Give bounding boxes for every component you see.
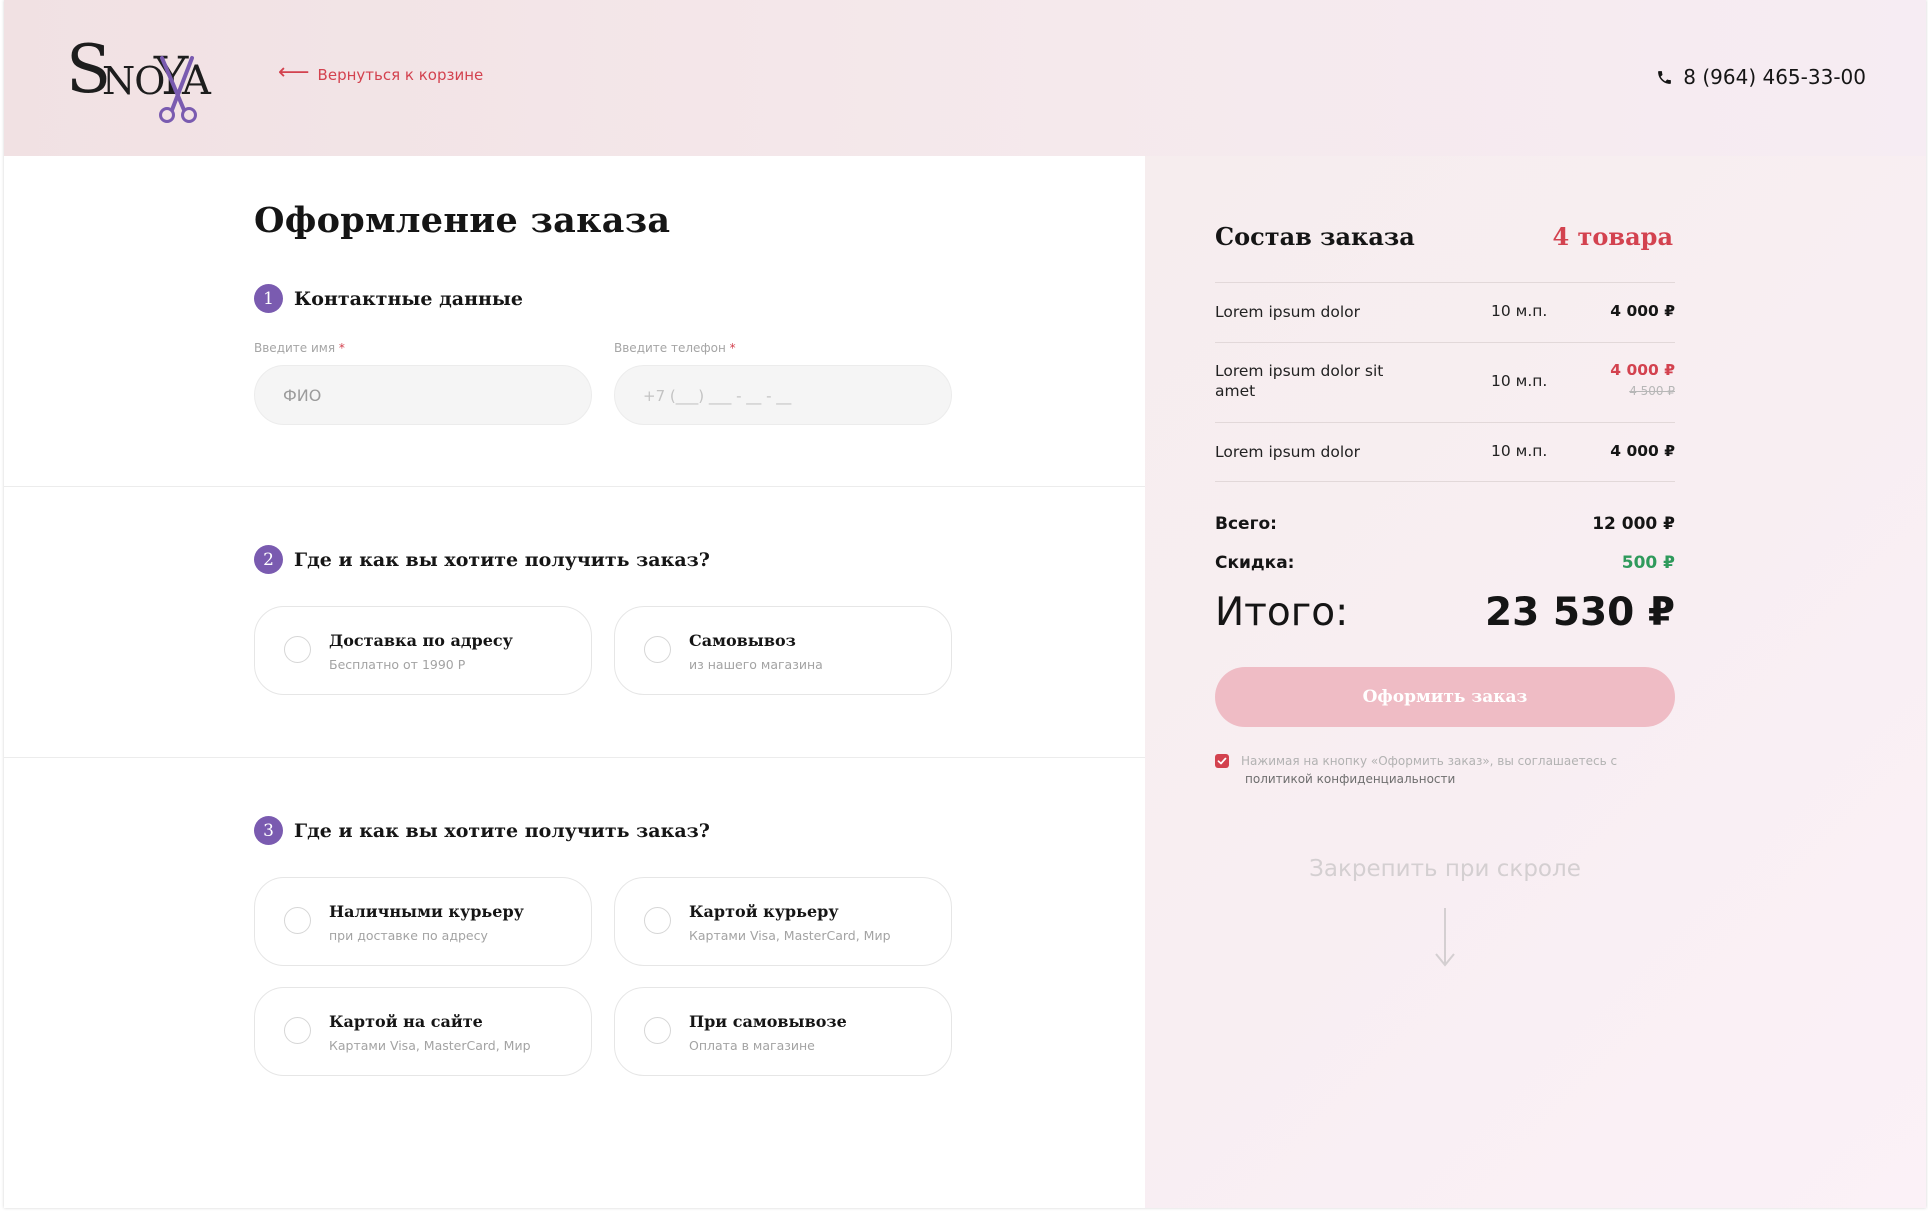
option-title: Наличными курьеру: [329, 902, 524, 921]
section-divider: [4, 486, 1145, 487]
arrow-left-icon: ⟵: [278, 60, 310, 85]
option-subtitle: Бесплатно от 1990 Р: [329, 657, 466, 672]
radio-button[interactable]: [284, 1017, 311, 1044]
svg-text:A: A: [181, 58, 212, 104]
item-name: Lorem ipsum dolor sit amet: [1215, 362, 1384, 400]
subtotal-value: 12 000 ₽: [1592, 514, 1675, 534]
phone-label: Введите телефон *: [614, 341, 736, 355]
order-summary: Состав заказа 4 товара Lorem ipsum dolor…: [1145, 156, 1926, 1208]
place-order-button[interactable]: Оформить заказ: [1215, 667, 1675, 727]
phone-number: 8 (964) 465-33-00: [1683, 65, 1866, 89]
payment-option-card-courier[interactable]: Картой курьеру Картами Visa, MasterCard,…: [614, 877, 952, 966]
step-badge: 2: [254, 545, 283, 574]
grand-total-row: Итого: 23 530 ₽: [1215, 590, 1675, 635]
name-label: Введите имя *: [254, 341, 345, 355]
option-title: Картой на сайте: [329, 1012, 483, 1031]
delivery-option-pickup[interactable]: Самовывоз из нашего магазина: [614, 606, 952, 695]
item-quantity: 10 м.п.: [1491, 302, 1548, 320]
item-quantity: 10 м.п.: [1491, 442, 1548, 460]
option-title: Самовывоз: [689, 631, 796, 650]
brand-logo[interactable]: S NO Y A: [64, 32, 224, 124]
consent-checkbox[interactable]: [1215, 754, 1229, 768]
order-item-row: Lorem ipsum dolor 10 м.п. 4 000 ₽: [1215, 282, 1675, 342]
option-subtitle: при доставке по адресу: [329, 928, 488, 943]
back-to-cart-label: Вернуться к корзине: [317, 66, 484, 84]
consent-description: Нажимая на кнопку «Оформить заказ», вы с…: [1241, 754, 1618, 768]
back-to-cart-link[interactable]: ⟵ Вернуться к корзине: [278, 62, 484, 85]
delivery-option-address[interactable]: Доставка по адресу Бесплатно от 1990 Р: [254, 606, 592, 695]
step-badge: 1: [254, 284, 283, 313]
payment-option-on-pickup[interactable]: При самовывозе Оплата в магазине: [614, 987, 952, 1076]
pin-on-scroll-note: Закрепить при скроле: [1309, 856, 1581, 882]
option-subtitle: Картами Visa, MasterCard, Мир: [689, 928, 891, 943]
option-title: Доставка по адресу: [329, 631, 513, 650]
step-badge: 3: [254, 816, 283, 845]
site-header: S NO Y A ⟵ Вернуться к корзине 8 (964) 4…: [4, 0, 1926, 156]
page-title: Оформление заказа: [254, 200, 671, 241]
phone-icon: [1658, 70, 1672, 84]
discount-row: Скидка: 500 ₽: [1215, 553, 1675, 573]
privacy-policy-link[interactable]: политикой конфиденциальности: [1245, 770, 1661, 788]
header-phone[interactable]: 8 (964) 465-33-00: [1656, 65, 1866, 89]
item-price: 4 000 ₽: [1610, 442, 1675, 460]
radio-button[interactable]: [644, 636, 671, 663]
radio-button[interactable]: [284, 636, 311, 663]
phone-input[interactable]: [614, 365, 952, 425]
radio-button[interactable]: [644, 1017, 671, 1044]
option-title: Картой курьеру: [689, 902, 839, 921]
item-name: Lorem ipsum dolor: [1215, 443, 1360, 461]
item-sale-price: 4 000 ₽: [1610, 361, 1675, 379]
item-quantity: 10 м.п.: [1491, 372, 1548, 390]
check-icon: [1217, 757, 1227, 765]
payment-option-cash-courier[interactable]: Наличными курьеру при доставке по адресу: [254, 877, 592, 966]
order-items-list: Lorem ipsum dolor 10 м.п. 4 000 ₽ Lorem …: [1215, 282, 1675, 482]
delivery-section-header: 2 Где и как вы хотите получить заказ?: [254, 545, 710, 574]
grand-total-value: 23 530 ₽: [1485, 590, 1675, 635]
checkout-page: S NO Y A ⟵ Вернуться к корзине 8 (964) 4…: [4, 0, 1926, 1208]
order-item-row: Lorem ipsum dolor 10 м.п. 4 000 ₽: [1215, 422, 1675, 482]
discount-value: 500 ₽: [1621, 553, 1675, 573]
consent-text: Нажимая на кнопку «Оформить заказ», вы с…: [1241, 752, 1661, 788]
section-title: Контактные данные: [294, 287, 524, 310]
payment-option-card-online[interactable]: Картой на сайте Картами Visa, MasterCard…: [254, 987, 592, 1076]
radio-button[interactable]: [644, 907, 671, 934]
section-title: Где и как вы хотите получить заказ?: [294, 819, 710, 842]
radio-button[interactable]: [284, 907, 311, 934]
subtotal-row: Всего: 12 000 ₽: [1215, 514, 1675, 534]
discount-label: Скидка:: [1215, 553, 1295, 573]
option-subtitle: из нашего магазина: [689, 657, 823, 672]
contact-section-header: 1 Контактные данные: [254, 284, 523, 313]
summary-title: Состав заказа: [1215, 222, 1415, 251]
name-input[interactable]: [254, 365, 592, 425]
item-old-price: 4 500 ₽: [1629, 384, 1675, 398]
item-name: Lorem ipsum dolor: [1215, 303, 1360, 321]
section-divider: [4, 757, 1145, 758]
option-title: При самовывозе: [689, 1012, 847, 1031]
payment-section-header: 3 Где и как вы хотите получить заказ?: [254, 816, 710, 845]
option-subtitle: Оплата в магазине: [689, 1038, 815, 1053]
order-item-row: Lorem ipsum dolor sit amet 10 м.п. 4 000…: [1215, 342, 1675, 422]
section-title: Где и как вы хотите получить заказ?: [294, 548, 710, 571]
arrow-down-icon: [1435, 908, 1455, 967]
checkout-form: Оформление заказа 1 Контактные данные Вв…: [4, 156, 1145, 1208]
items-count: 4 товара: [1552, 222, 1674, 251]
option-subtitle: Картами Visa, MasterCard, Мир: [329, 1038, 531, 1053]
grand-total-label: Итого:: [1215, 590, 1349, 635]
subtotal-label: Всего:: [1215, 514, 1277, 534]
item-price: 4 000 ₽: [1610, 302, 1675, 320]
